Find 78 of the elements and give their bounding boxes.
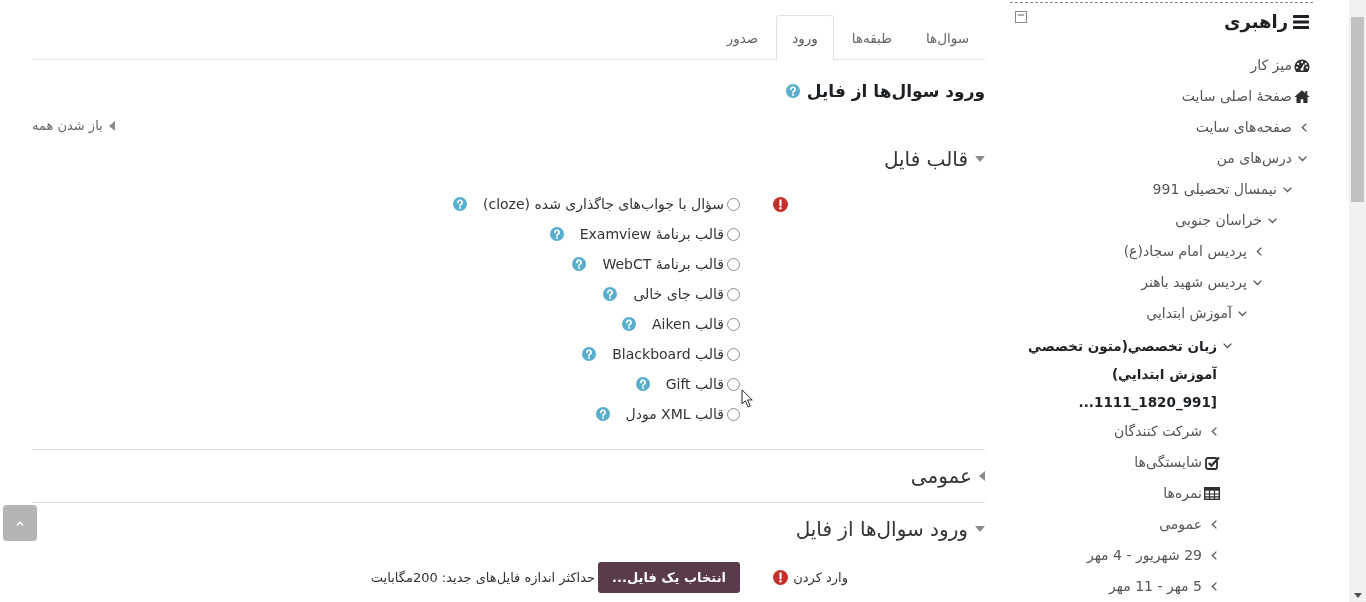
nav-link[interactable]: پردیس شهید باهنر [1141, 267, 1247, 298]
radio-label[interactable]: قالب XML مودل [625, 406, 724, 422]
radio-label[interactable]: قالب برنامهٔ Examview [579, 226, 724, 242]
help-icon[interactable] [635, 377, 650, 391]
nav-link[interactable]: 29 شهریور - 4 مهر [1086, 540, 1202, 571]
radio-button[interactable] [727, 407, 740, 421]
radio-button[interactable] [727, 257, 740, 271]
scroll-down-icon[interactable] [1353, 593, 1362, 598]
tab[interactable]: سوال‌ها [909, 15, 985, 60]
collapse-icon[interactable] [1015, 11, 1027, 23]
chevron-down-icon[interactable] [1282, 186, 1292, 193]
chevron-left-icon[interactable] [1211, 551, 1217, 560]
table-icon [1204, 487, 1220, 500]
nav-link[interactable]: 5 مهر - 11 مهر [1109, 571, 1202, 602]
checkbox-icon [1204, 455, 1220, 470]
radio-button[interactable] [727, 197, 740, 211]
caret-up-icon [16, 520, 24, 526]
chevron-left-icon[interactable] [1211, 427, 1217, 436]
help-icon[interactable] [622, 317, 636, 331]
nav-link[interactable]: آموزش ابتدايي [1146, 298, 1232, 329]
radio-label[interactable]: قالب برنامهٔ WebCT [602, 256, 724, 272]
block-title: راهبری [1223, 10, 1288, 34]
radio-label[interactable]: سؤال با جواب‌های جاگذاری شده (cloze) [483, 196, 724, 212]
help-icon[interactable] [582, 347, 597, 361]
section-header-link[interactable]: قالب فایل [883, 146, 985, 172]
nav-link[interactable]: پردیس امام سجاد(ع) [1123, 236, 1247, 267]
help-icon[interactable] [453, 197, 467, 211]
chevron-down-icon[interactable] [1252, 279, 1262, 286]
nav-link[interactable]: صفحهٔ اصلی سایت [1181, 81, 1292, 112]
radio-label[interactable]: قالب Gift [665, 376, 724, 392]
scrollbar-track[interactable] [1349, 0, 1366, 602]
page-heading: ورود سوال‌ها از فایل [806, 80, 985, 103]
radio-button[interactable] [727, 347, 740, 361]
section-header-link[interactable]: عمومی [910, 463, 985, 489]
radio-label[interactable]: قالب Aiken [652, 316, 724, 332]
nav-link[interactable]: شایستگی‌ها [1134, 447, 1202, 478]
tab[interactable]: طبقه‌ها [835, 15, 908, 60]
chevron-left-icon[interactable] [1301, 123, 1307, 132]
nav-link[interactable]: درس‌های من [1216, 143, 1292, 174]
mouse-pointer-icon [741, 389, 753, 408]
chevron-down-icon[interactable] [1222, 343, 1232, 349]
tab[interactable]: ورود [776, 15, 834, 60]
field-label: وارد کردن [793, 570, 848, 585]
help-icon[interactable] [549, 227, 564, 241]
nav-link[interactable]: خراسان جنوبی [1175, 205, 1262, 236]
chevron-left-icon[interactable] [1256, 247, 1262, 256]
choose-file-button[interactable]: انتخاب یک فایل... [598, 562, 740, 593]
radio-button[interactable] [727, 287, 740, 301]
tab[interactable]: صدور [710, 15, 775, 60]
menu-icon [1293, 15, 1309, 29]
help-icon[interactable] [595, 407, 610, 421]
home-icon [1294, 90, 1310, 103]
nav-link[interactable]: میز کار [1250, 50, 1292, 81]
chevron-left-icon[interactable] [1211, 582, 1217, 591]
nav-link[interactable]: نمره‌ها [1163, 478, 1202, 509]
nav-link[interactable]: صفحه‌های سایت [1195, 112, 1292, 143]
nav-link[interactable]: زبان تخصصي(متون تخصصي آموزش ابتدايي) [991_1820_1111... [1014, 332, 1217, 416]
help-icon[interactable] [785, 84, 800, 98]
nav-link[interactable]: عمومی [1159, 509, 1202, 540]
radio-button[interactable] [727, 377, 740, 391]
nav-link[interactable]: نیمسال تحصیلی 991 [1152, 174, 1277, 205]
chevron-left-icon[interactable] [1211, 520, 1217, 529]
radio-button[interactable] [727, 317, 740, 331]
dashboard-icon [1294, 59, 1310, 72]
section-header-link[interactable]: ورود سوال‌ها از فایل [795, 516, 985, 542]
scrollbar-thumb[interactable] [1351, 17, 1364, 202]
radio-button[interactable] [727, 227, 740, 241]
radio-label[interactable]: قالب Blackboard [612, 346, 724, 362]
help-icon[interactable] [603, 287, 618, 301]
caret-left-icon [108, 121, 115, 131]
expand-all-link[interactable]: باز شدن همه [32, 116, 115, 136]
chevron-down-icon[interactable] [1237, 310, 1247, 317]
nav-link[interactable]: شرکت کنندگان [1114, 416, 1202, 447]
chevron-down-icon[interactable] [1297, 155, 1307, 162]
chevron-down-icon[interactable] [1267, 217, 1277, 224]
file-size-note: حداکثر اندازه فایل‌های جدید: 200مگابایت [370, 570, 596, 585]
help-icon[interactable] [572, 257, 587, 271]
radio-label[interactable]: قالب جای خالی [633, 286, 724, 302]
